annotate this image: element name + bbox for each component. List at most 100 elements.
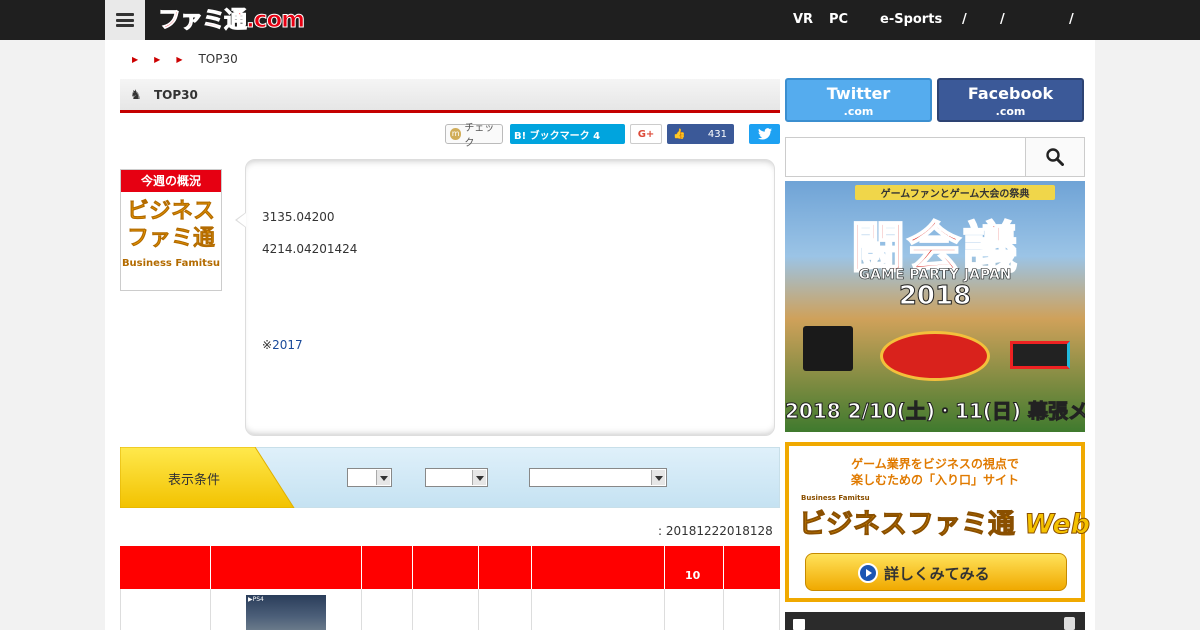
ad2-headline-line2: 楽しむための「入り口」サイト — [850, 473, 1019, 487]
breadcrumb-arrow-icon[interactable]: ▶ — [154, 55, 160, 64]
ad2-brand-web: Web — [1024, 509, 1091, 541]
google-plus-button[interactable]: G+ — [630, 124, 662, 144]
nav-separator: / — [1069, 12, 1074, 27]
nav-separator: / — [962, 12, 967, 27]
page-gutter-right — [1095, 40, 1200, 630]
ad-date: 2018 2/10(土)・11(日) 幕張メッセ — [785, 399, 1085, 424]
hamburger-icon — [116, 13, 134, 27]
summary-line-2: 4214.04201424 — [262, 242, 358, 256]
section-header: ♞ TOP30 — [120, 79, 780, 113]
table-cell — [479, 589, 532, 630]
hatena-bookmark-label: B! ブックマーク 4 — [514, 130, 601, 142]
filter-label: 表示条件 — [168, 473, 221, 488]
table-header-cell — [120, 546, 211, 589]
console-illustration — [803, 326, 853, 371]
section-title: TOP30 — [154, 88, 198, 102]
ad2-details-button[interactable]: 詳しくみてみる — [805, 553, 1067, 591]
twitter-follow-button[interactable]: Twitter .com — [785, 78, 932, 122]
table-cell — [362, 589, 413, 630]
thumbs-up-icon: 👍 — [673, 128, 686, 140]
breadcrumb-arrow-icon[interactable]: ▶ — [132, 55, 138, 64]
tokaigi-banner-ad[interactable]: ゲームファンとゲーム大会の祭典 闘会議 GAME PARTY JAPAN 201… — [785, 181, 1085, 432]
hatena-bookmark-button[interactable]: B! ブックマーク 4 — [510, 124, 625, 144]
filter-select-3[interactable] — [529, 468, 667, 487]
facebook-follow-button[interactable]: Facebook .com — [937, 78, 1084, 122]
twitter-share-button[interactable] — [749, 124, 780, 144]
search-button[interactable] — [1025, 137, 1085, 177]
badge-heading: 今週の概況 — [121, 170, 221, 192]
table-cell — [121, 589, 211, 630]
speech-tail-inner — [237, 213, 246, 227]
mixi-check-button[interactable]: m チェック — [445, 123, 503, 149]
controller-icon: ♞ — [130, 88, 142, 103]
table-cell — [532, 589, 665, 630]
mixi-check-label: チェック — [464, 123, 495, 149]
summary-note-link[interactable]: 2017 — [272, 338, 303, 352]
ad2-brand-logo: ビジネスファミ通 Web — [799, 502, 1091, 541]
ad-tagline: ゲームファンとゲーム大会の祭典 — [855, 185, 1055, 200]
ad2-brand-text: ビジネスファミ通 — [799, 509, 1016, 541]
mixi-icon: m — [450, 128, 462, 140]
breadcrumb: ▶ ▶ ▶ TOP30 — [130, 51, 238, 67]
business-famitsu-web-ad[interactable]: ゲーム業界をビジネスの視点で 楽しむための「入り口」サイト Business Fa… — [785, 442, 1091, 602]
scroll-handle[interactable] — [1064, 617, 1075, 630]
facebook-button-title: Facebook — [967, 84, 1054, 103]
nav-item-pc[interactable]: PC — [829, 12, 848, 27]
stage-illustration — [880, 331, 990, 381]
release-calendar-header — [785, 612, 1085, 630]
summary-note: ※2017 — [262, 338, 303, 352]
table-header-number: 10 — [685, 569, 701, 582]
nav-separator: / — [1000, 12, 1005, 27]
nav-item-vr[interactable]: VR — [793, 12, 813, 27]
calendar-icon — [793, 619, 805, 630]
ad2-headline: ゲーム業界をビジネスの視点で 楽しむための「入り口」サイト — [789, 456, 1081, 488]
nav-item-esports[interactable]: e-Sports — [880, 12, 942, 27]
facebook-button-sub: .com — [995, 105, 1026, 118]
facebook-like-button[interactable]: 👍 431 — [667, 124, 734, 144]
table-header-cell — [665, 546, 724, 589]
ad2-button-label: 詳しくみてみる — [884, 565, 990, 583]
search-icon — [1046, 148, 1064, 166]
filter-select-2[interactable] — [425, 468, 488, 487]
google-plus-label: G+ — [637, 128, 655, 140]
table-header-cell — [211, 546, 362, 589]
filter-select-1[interactable] — [347, 468, 392, 487]
handheld-console-illustration — [1010, 341, 1070, 369]
twitter-bird-icon — [757, 128, 772, 140]
ad2-small-brand: Business Famitsu — [801, 494, 870, 502]
top-navigation-bar: ファミ通.com VR PC e-Sports / / / — [0, 0, 1200, 40]
filter-label-tab: 表示条件 — [120, 447, 295, 508]
table-header-cell — [532, 546, 665, 589]
ad-year: 2018 — [898, 281, 972, 312]
chevron-down-icon — [472, 470, 486, 485]
game-box-art-thumbnail[interactable]: ▶PS4 — [246, 595, 326, 630]
facebook-like-count: 431 — [707, 128, 727, 140]
business-famitsu-badge[interactable]: 今週の概況 ビジネス ファミ通 Business Famitsu — [120, 169, 222, 291]
badge-logo-line1: ビジネス — [126, 199, 216, 225]
site-logo[interactable]: ファミ通.com — [157, 5, 305, 35]
ps4-logo-icon: ▶PS4 — [248, 596, 264, 603]
twitter-button-sub: .com — [843, 105, 874, 118]
hamburger-menu-button[interactable] — [105, 0, 145, 40]
chevron-down-icon — [651, 470, 665, 485]
table-cell — [665, 589, 724, 630]
weekly-summary-box: 3135.04200 4214.04201424 ※2017 — [245, 159, 775, 436]
page-gutter-left — [0, 40, 105, 630]
chevron-down-icon — [376, 470, 390, 485]
summary-line-1: 3135.04200 — [262, 210, 335, 224]
ad2-headline-line1: ゲーム業界をビジネスの視点で — [851, 457, 1019, 471]
table-row — [120, 589, 780, 630]
play-icon — [858, 563, 878, 583]
table-header-cell — [479, 546, 532, 589]
table-header-cell — [362, 546, 413, 589]
badge-caption: Business Famitsu — [121, 258, 221, 269]
twitter-button-title: Twitter — [826, 84, 891, 103]
table-header-cell — [413, 546, 479, 589]
ranking-period: : 20181222018128 — [658, 524, 773, 538]
breadcrumb-current: TOP30 — [198, 52, 238, 66]
badge-logo-line2: ファミ通 — [126, 226, 216, 252]
summary-note-prefix: ※ — [262, 338, 273, 352]
search-input[interactable] — [785, 137, 1026, 177]
table-cell — [413, 589, 479, 630]
breadcrumb-arrow-icon[interactable]: ▶ — [176, 55, 182, 64]
